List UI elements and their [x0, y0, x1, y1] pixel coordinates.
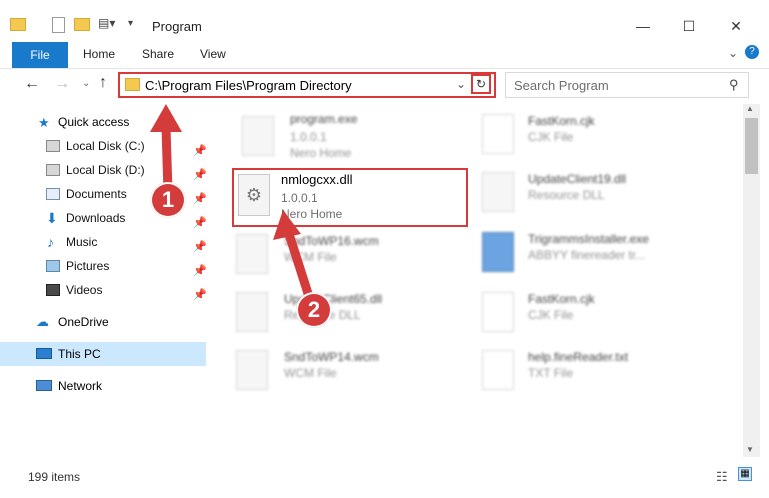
large-icons-view-icon[interactable]: ▦ [738, 467, 752, 481]
annotation-arrows [150, 104, 317, 311]
details-view-icon[interactable]: ☷ [716, 469, 728, 485]
item-count: 199 items [28, 470, 81, 484]
status-bar [0, 462, 769, 498]
arrow-2-head [273, 210, 301, 240]
step-badge-2: 2 [296, 292, 332, 328]
arrow-1-head [150, 104, 182, 132]
step-badge-1: 1 [150, 182, 186, 218]
